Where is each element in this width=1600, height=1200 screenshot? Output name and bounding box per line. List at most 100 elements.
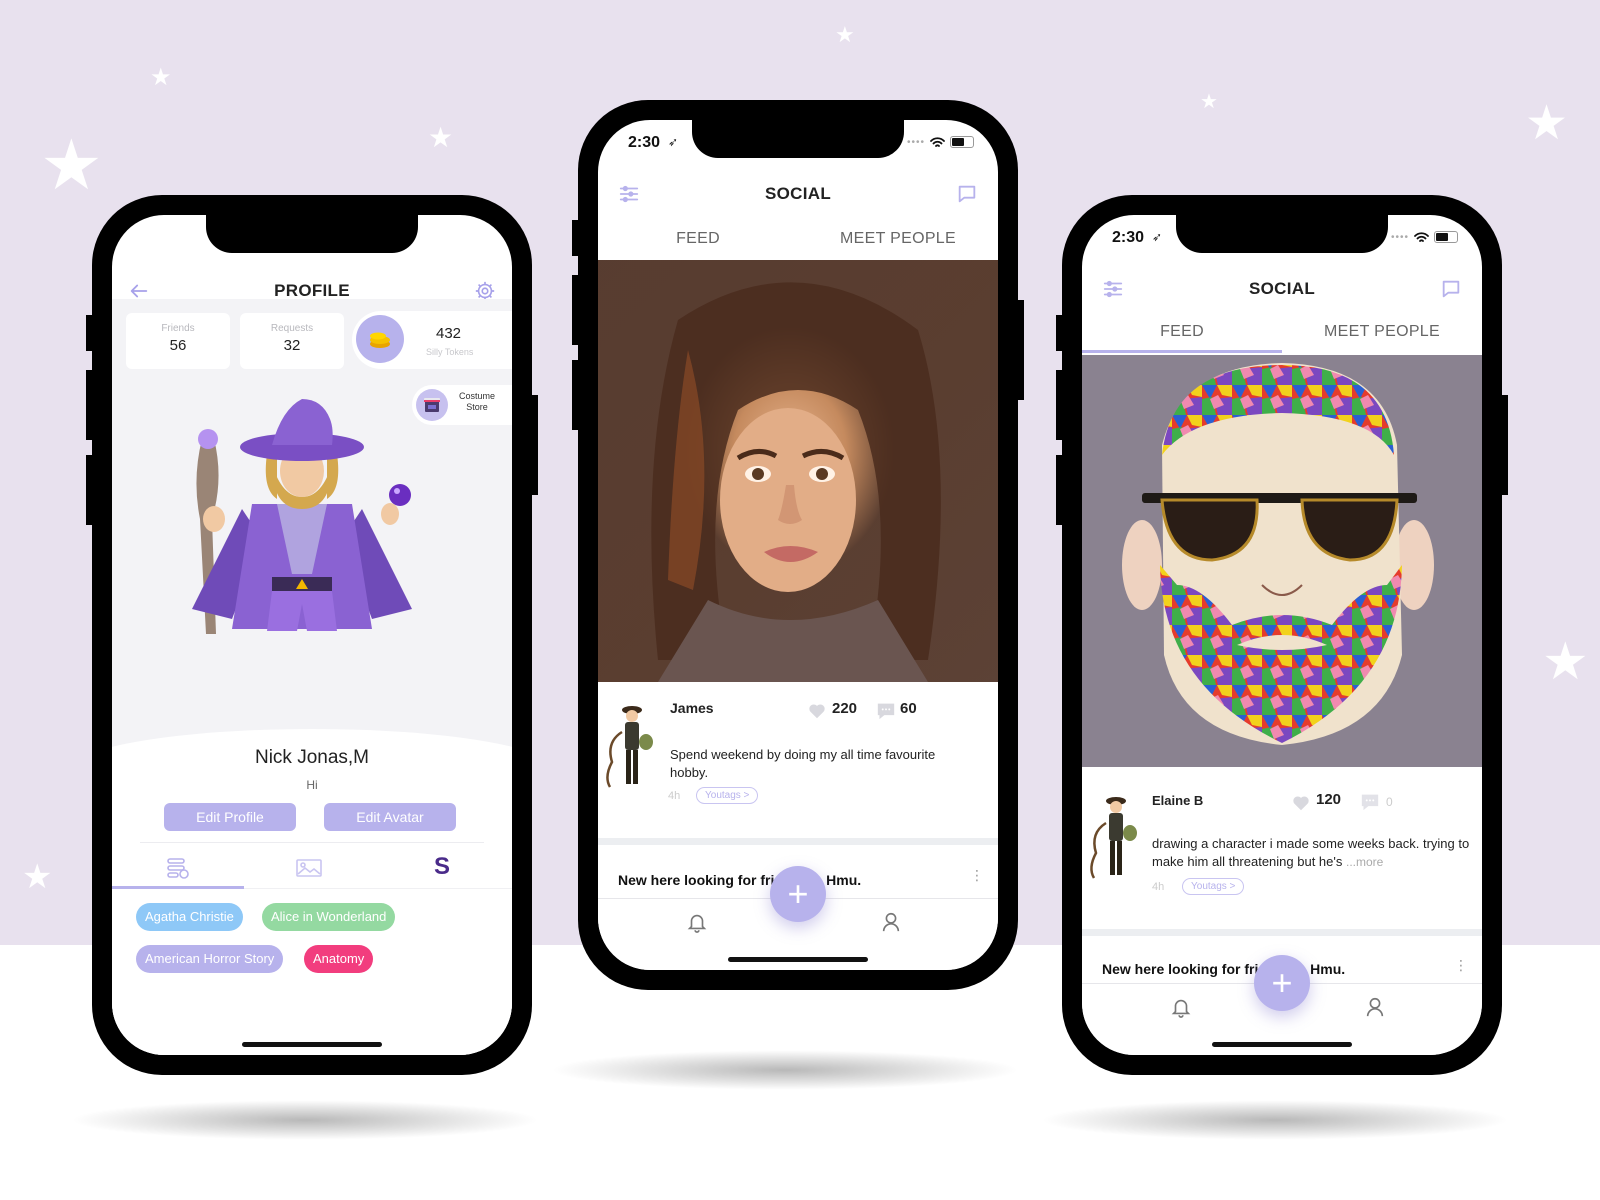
portrait-painting	[651, 282, 941, 682]
status-icons: ••••	[907, 136, 974, 148]
phone-profile: PROFILE Friends 56 Requests 32 432 Silly…	[86, 195, 538, 1075]
tokens-label: Silly Tokens	[426, 347, 474, 357]
feed-tabs: FEED MEET PEOPLE	[1082, 311, 1482, 353]
interest-tag[interactable]: Agatha Christie	[136, 903, 243, 931]
post-text: drawing a character i made some weeks ba…	[1152, 836, 1470, 869]
side-button	[1056, 315, 1064, 351]
side-button	[530, 395, 538, 495]
side-button	[1056, 370, 1064, 440]
side-button	[572, 275, 580, 345]
post-author[interactable]: Elaine B	[1152, 793, 1203, 808]
profile-screen: PROFILE Friends 56 Requests 32 432 Silly…	[112, 215, 512, 1055]
tab-meet-people[interactable]: MEET PEOPLE	[798, 218, 998, 260]
stat-label: Requests	[270, 323, 314, 334]
comment-icon[interactable]	[876, 702, 896, 720]
edit-avatar-button[interactable]: Edit Avatar	[324, 803, 456, 831]
side-button	[572, 360, 580, 430]
page-title: SOCIAL	[1248, 279, 1316, 298]
create-post-button[interactable]: +	[770, 866, 826, 922]
edit-profile-button[interactable]: Edit Profile	[164, 803, 296, 831]
bell-icon[interactable]	[1170, 996, 1192, 1018]
tab-s[interactable]: S	[376, 847, 508, 889]
stat-value: 56	[169, 337, 187, 354]
page-title: SOCIAL	[764, 184, 832, 203]
youtags-button[interactable]: Youtags >	[696, 787, 759, 804]
gold-coins-icon	[356, 315, 404, 363]
divider	[140, 842, 484, 843]
page-title: PROFILE	[274, 281, 350, 300]
friends-stat[interactable]: Friends 56	[126, 313, 230, 369]
signal-icon: ••••	[1390, 231, 1409, 243]
star-icon: ★	[150, 64, 172, 91]
side-button	[572, 220, 580, 256]
comments-count: 60	[900, 700, 917, 717]
interest-tag[interactable]: Alice in Wonderland	[262, 903, 396, 931]
home-indicator	[242, 1042, 382, 1047]
profile-body: Friends 56 Requests 32 432 Silly Tokens	[112, 299, 512, 1055]
stat-label: Friends	[161, 323, 195, 334]
tab-feed[interactable]: FEED	[598, 218, 798, 260]
post-separator	[1082, 929, 1482, 936]
more-options-icon[interactable]: ⋮	[1454, 958, 1468, 972]
star-icon: ★	[1542, 633, 1589, 691]
side-button	[1500, 395, 1508, 495]
tokens-value: 432	[436, 325, 462, 342]
create-post-button[interactable]: +	[1254, 955, 1310, 1011]
post-image[interactable]	[1082, 355, 1482, 767]
user-bio: Hi	[306, 778, 318, 792]
post-author-avatar[interactable]	[1084, 793, 1140, 883]
likes-count: 220	[832, 700, 858, 717]
wizard-avatar[interactable]	[172, 399, 432, 639]
heart-icon[interactable]	[808, 703, 826, 719]
side-button	[86, 455, 94, 525]
sliders-icon[interactable]	[1102, 278, 1124, 300]
likes-count: 120	[1316, 791, 1342, 808]
phone-shadow	[550, 1050, 1020, 1090]
more-options-icon[interactable]: ⋮	[970, 868, 984, 882]
status-bar: 2:30 ➶ ••••	[1082, 225, 1482, 253]
tab-meet-people[interactable]: MEET PEOPLE	[1282, 311, 1482, 353]
phone-social-feed-1: 2:30 ➶ •••• SOCIAL FEED MEET PEOPLE Jame…	[572, 100, 1024, 990]
heart-icon[interactable]	[1292, 795, 1310, 811]
list-settings-icon	[167, 858, 189, 879]
comment-icon[interactable]	[1360, 793, 1380, 811]
silly-tokens-card[interactable]: 432 Silly Tokens	[352, 311, 512, 369]
feed-tabs: FEED MEET PEOPLE	[598, 218, 998, 260]
youtags-button[interactable]: Youtags >	[1182, 878, 1245, 895]
phone-shadow	[1040, 1100, 1510, 1140]
social-header: SOCIAL	[598, 172, 998, 216]
side-button	[86, 315, 94, 351]
s-logo-icon: S	[434, 853, 451, 880]
requests-stat[interactable]: Requests 32	[240, 313, 344, 369]
sliders-icon[interactable]	[618, 183, 640, 205]
chat-bubble-icon[interactable]	[956, 183, 978, 205]
battery-icon	[1434, 231, 1458, 243]
post-author-avatar[interactable]	[600, 702, 656, 792]
comments-count: 0	[1386, 795, 1393, 809]
user-icon[interactable]	[1364, 996, 1386, 1018]
user-icon[interactable]	[880, 911, 902, 933]
side-button	[1056, 455, 1064, 525]
star-icon: ★	[428, 122, 454, 153]
post-separator	[598, 838, 998, 845]
status-bar: 2:30 ➶ ••••	[598, 130, 998, 158]
interest-tag[interactable]: American Horror Story	[136, 945, 284, 973]
star-icon: ★	[22, 858, 53, 896]
interest-tag[interactable]: Anatomy	[304, 945, 374, 973]
chat-bubble-icon[interactable]	[1440, 278, 1462, 300]
post-image[interactable]	[598, 260, 998, 682]
tab-feed[interactable]: FEED	[1082, 311, 1282, 353]
showcase-stage: ★ ★ ★ ★ ★ ★ ★ ★ PROFILE Friends 56 Reque…	[0, 0, 1600, 1200]
costume-store-label: Costume Store	[458, 391, 495, 412]
tab-gallery[interactable]	[244, 847, 376, 889]
phone-shadow	[70, 1100, 540, 1140]
post-time: 4h	[668, 790, 681, 802]
status-icons: ••••	[1391, 231, 1458, 243]
tab-posts[interactable]	[112, 847, 244, 889]
location-arrow-icon: ➶	[668, 135, 679, 149]
bell-icon[interactable]	[686, 911, 708, 933]
post-author[interactable]: James	[670, 700, 714, 716]
read-more-link[interactable]: ...more	[1346, 855, 1383, 869]
home-indicator	[728, 957, 868, 962]
wifi-icon	[930, 136, 945, 147]
